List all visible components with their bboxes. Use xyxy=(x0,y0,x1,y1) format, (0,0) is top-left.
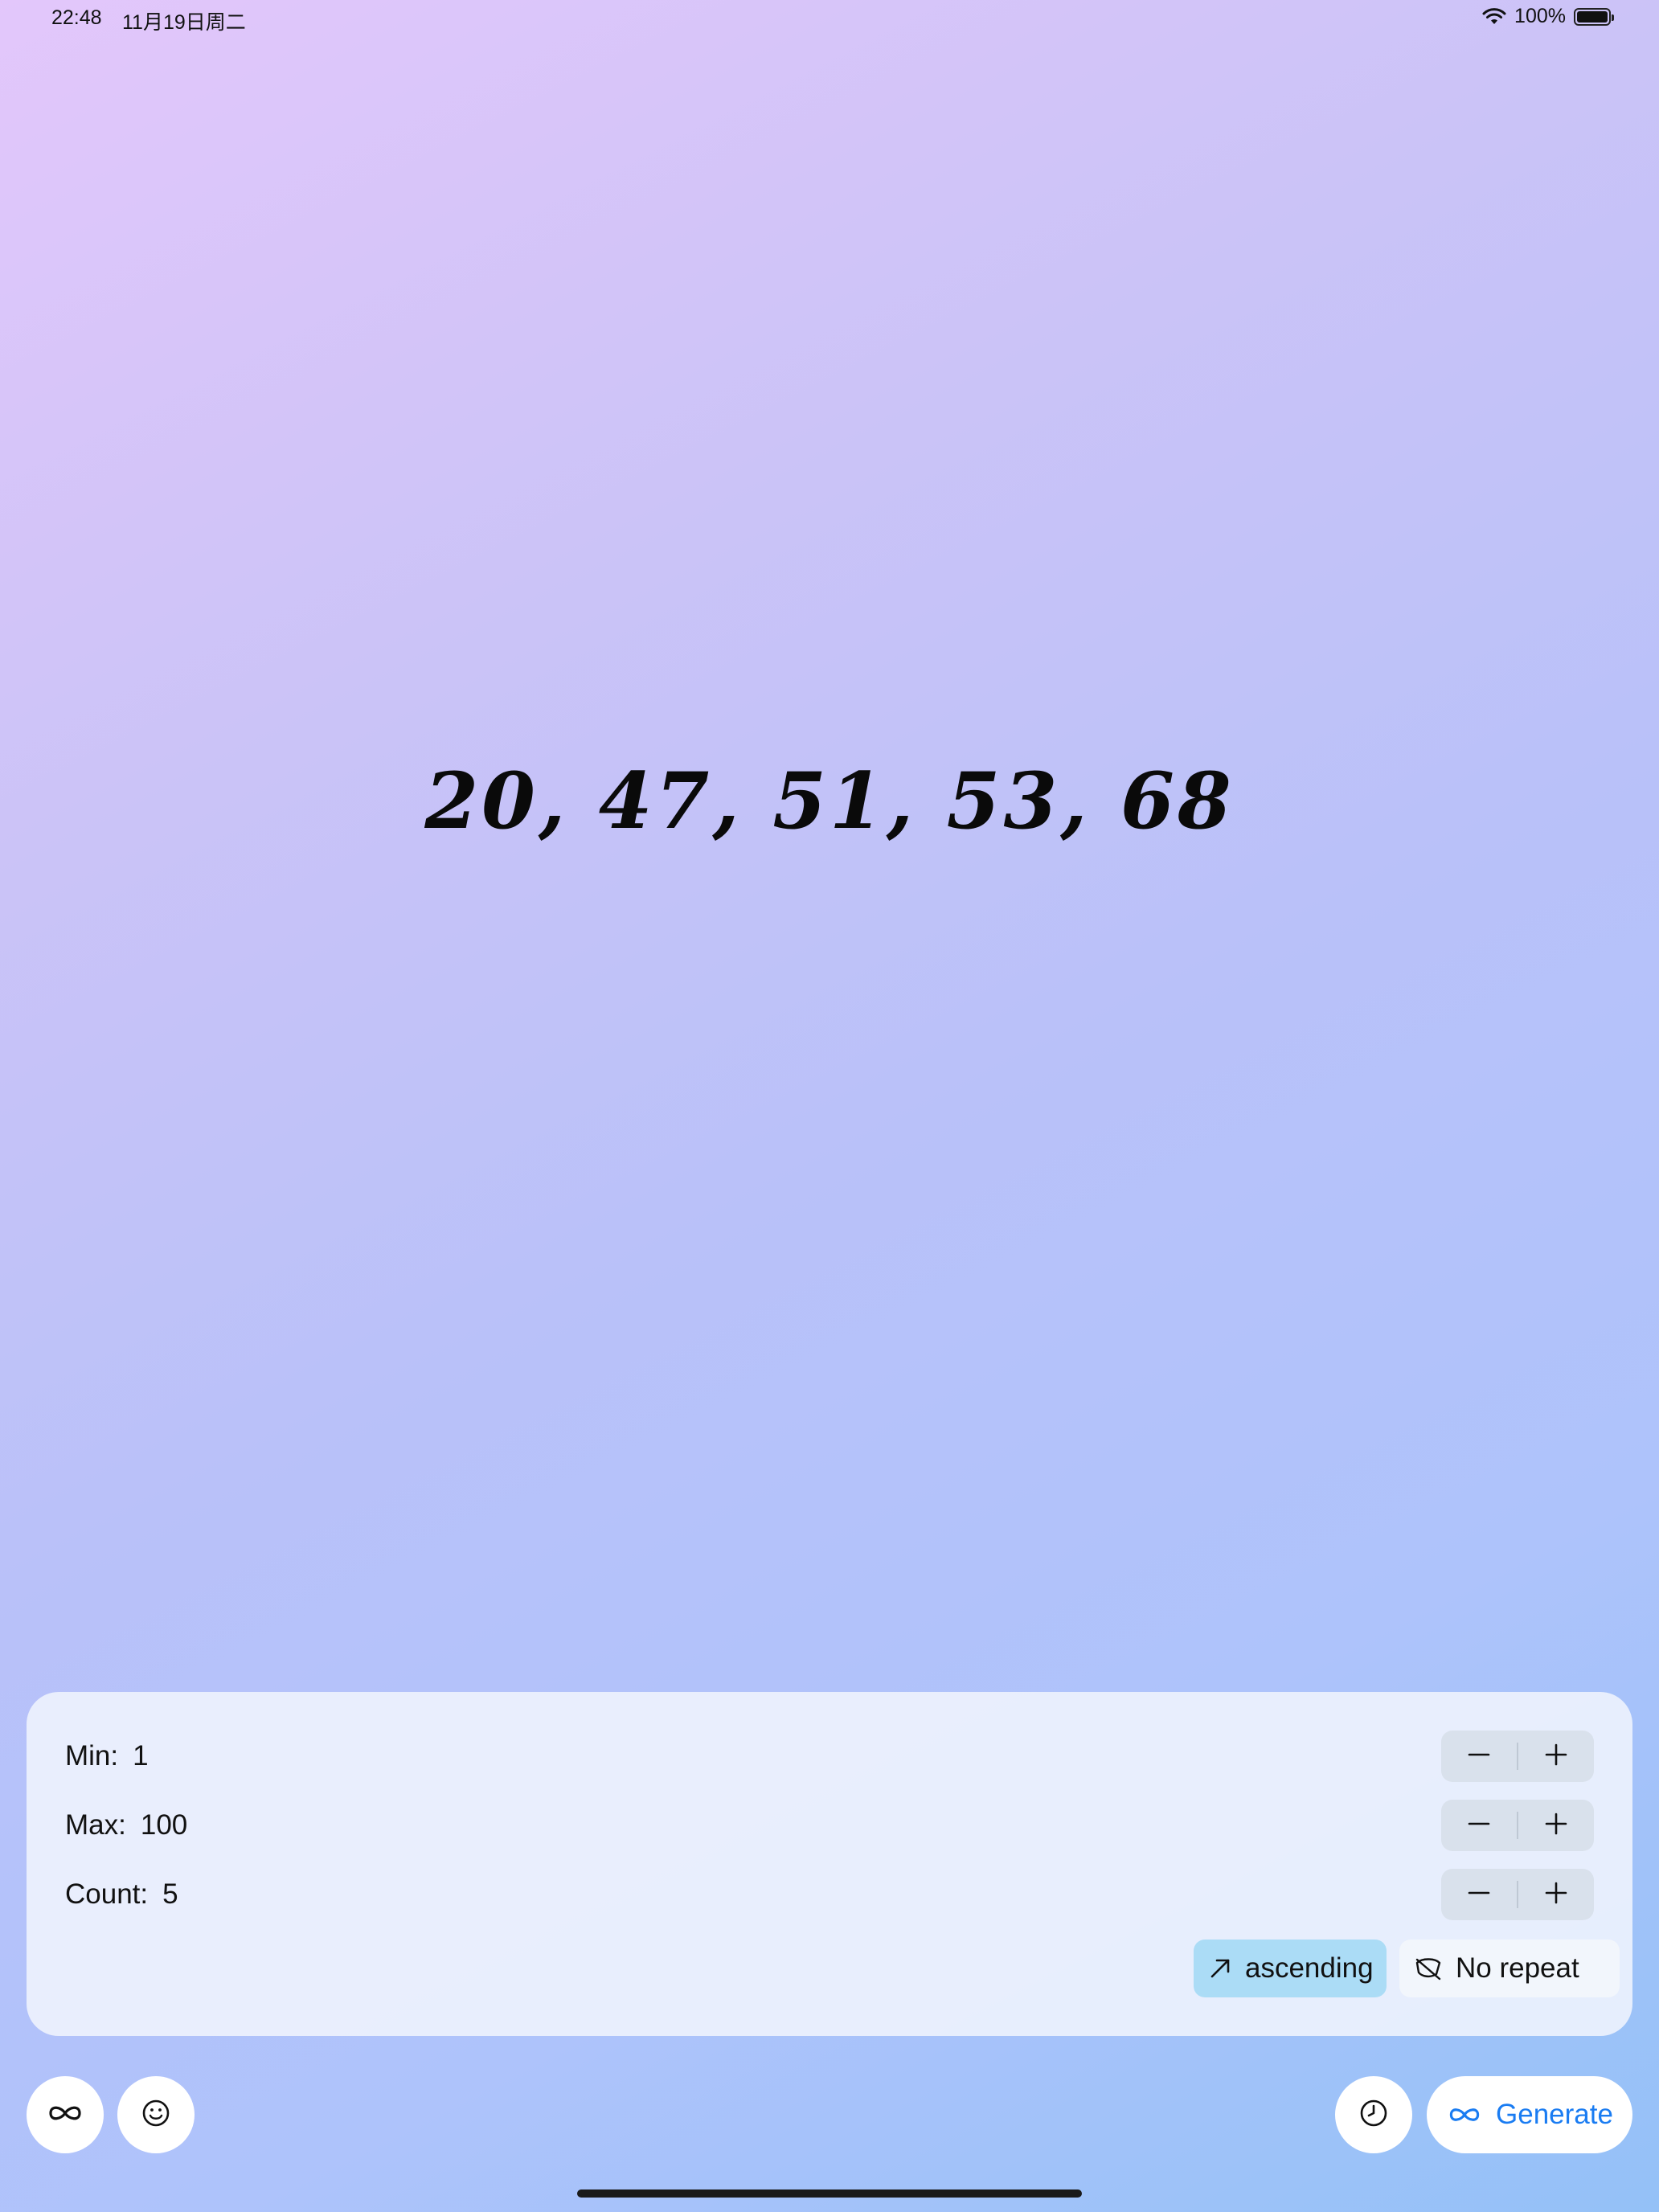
generate-label: Generate xyxy=(1496,2099,1613,2130)
count-value: 5 xyxy=(162,1878,178,1910)
no-repeat-chip[interactable]: No repeat xyxy=(1399,1940,1620,1997)
history-button[interactable] xyxy=(1335,2076,1412,2153)
minus-icon xyxy=(1468,1813,1490,1839)
min-stepper xyxy=(1441,1731,1594,1782)
status-right: 100% xyxy=(1482,5,1614,28)
count-row: Count: 5 xyxy=(65,1869,178,1920)
status-date: 11月19日周二 xyxy=(122,11,246,34)
count-label: Count: xyxy=(65,1878,149,1910)
battery-percentage: 100% xyxy=(1514,5,1566,27)
max-increment-button[interactable] xyxy=(1518,1800,1594,1851)
status-time: 22:48 xyxy=(51,6,102,29)
battery-icon xyxy=(1574,7,1614,26)
status-bar: 22:48 11月19日周二 100% xyxy=(0,0,1659,39)
app-screen: 22:48 11月19日周二 100% 20, 47, 51, 53, 68 M… xyxy=(0,0,1659,2212)
max-stepper xyxy=(1441,1800,1594,1851)
sort-chip-label: ascending xyxy=(1245,1952,1374,1984)
min-decrement-button[interactable] xyxy=(1441,1731,1517,1782)
min-row: Min: 1 xyxy=(65,1731,149,1782)
result-numbers: 20, 47, 51, 53, 68 xyxy=(424,756,1235,846)
emoji-mode-button[interactable] xyxy=(117,2076,195,2153)
wifi-icon xyxy=(1482,7,1506,26)
count-increment-button[interactable] xyxy=(1518,1869,1594,1920)
min-label: Min: xyxy=(65,1740,119,1772)
min-increment-button[interactable] xyxy=(1518,1731,1594,1782)
settings-panel: Min: 1 Max: 100 Count: 5 ascending No re… xyxy=(27,1692,1632,2036)
max-label: Max: xyxy=(65,1809,126,1841)
no-repeat-icon xyxy=(1414,1956,1443,1981)
infinity-icon xyxy=(1446,2105,1483,2124)
repeat-chip-label: No repeat xyxy=(1456,1952,1579,1984)
plus-icon xyxy=(1545,1743,1567,1770)
minus-icon xyxy=(1468,1743,1490,1770)
count-decrement-button[interactable] xyxy=(1441,1869,1517,1920)
count-stepper xyxy=(1441,1869,1594,1920)
clock-icon xyxy=(1359,2099,1388,2132)
plus-icon xyxy=(1545,1813,1567,1839)
max-row: Max: 100 xyxy=(65,1800,187,1851)
generate-button[interactable]: Generate xyxy=(1427,2076,1632,2153)
infinity-icon xyxy=(46,2103,84,2128)
smiley-icon xyxy=(141,2099,170,2132)
max-decrement-button[interactable] xyxy=(1441,1800,1517,1851)
arrow-up-right-icon xyxy=(1208,1956,1232,1981)
infinite-mode-button[interactable] xyxy=(27,2076,104,2153)
minus-icon xyxy=(1468,1882,1490,1908)
min-value: 1 xyxy=(133,1740,149,1772)
home-indicator xyxy=(577,2189,1082,2198)
sort-ascending-chip[interactable]: ascending xyxy=(1194,1940,1387,1997)
max-value: 100 xyxy=(140,1809,188,1841)
plus-icon xyxy=(1545,1882,1567,1908)
